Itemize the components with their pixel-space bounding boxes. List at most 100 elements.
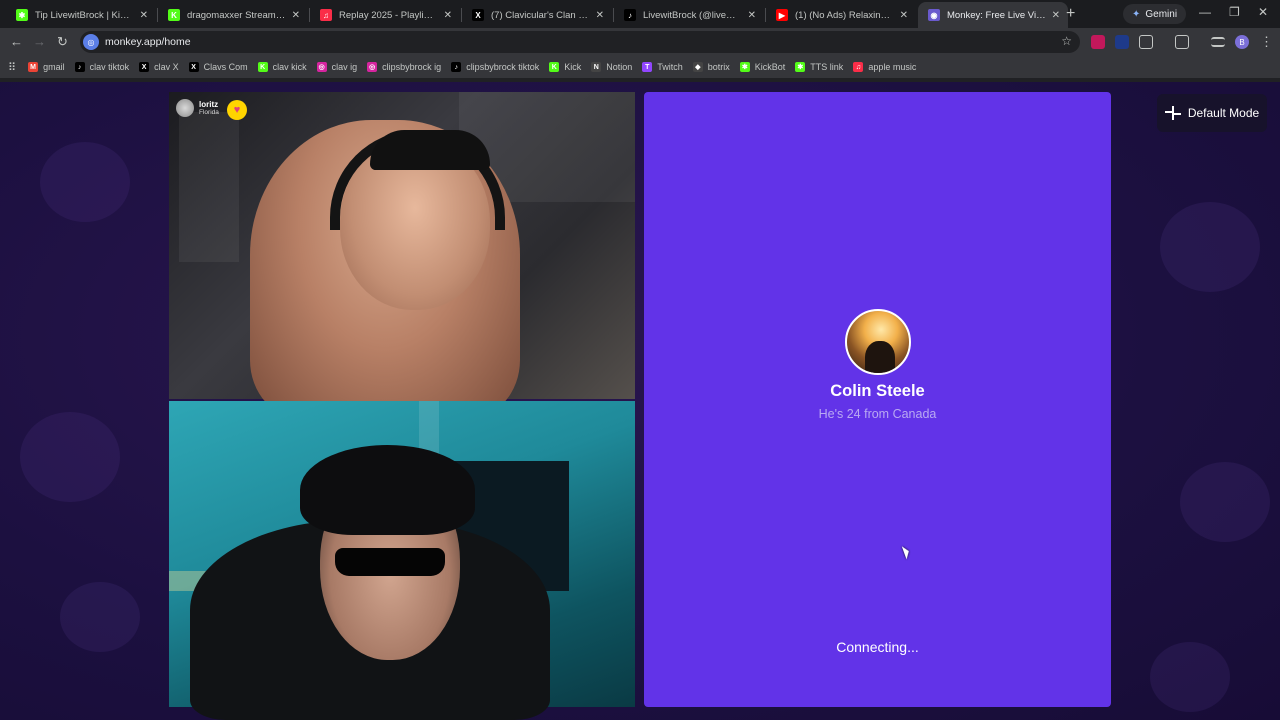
match-subtitle: He's 24 from Canada [818, 407, 937, 421]
tab[interactable]: ◉ Monkey: Free Live Video ✕ [918, 2, 1068, 28]
extension-icon[interactable] [1091, 35, 1105, 49]
bookmark-label: apple music [868, 62, 917, 72]
bookmark-favicon-icon: K [257, 62, 268, 72]
bookmark-favicon-icon: M [28, 62, 39, 72]
remote-user-location: Florida [199, 108, 219, 116]
bookmark-item[interactable]: Mgmail [28, 62, 65, 72]
site-info-icon[interactable]: ◎ [83, 34, 99, 50]
tab-separator [157, 8, 158, 22]
bookmark-item[interactable]: ✱ TTS link [795, 62, 843, 72]
tab[interactable]: ♪ LivewitBrock (@livewitbrock) ✕ [614, 2, 764, 28]
browser-chrome: ✱ Tip LivewitBrock | KickBot ✕ Kdragomaxxer… [0, 0, 1280, 82]
apps-grid-icon[interactable]: ⠿ [8, 61, 16, 74]
media-controls-icon[interactable] [1211, 37, 1225, 47]
bookmark-favicon-icon: T [642, 62, 653, 72]
bookmarks-bar: ⠿ Mgmail ♪ clav tiktok Xclav X X Clavs Com Kcl… [0, 56, 1280, 78]
tab-close-icon[interactable]: ✕ [140, 10, 148, 21]
bookmark-favicon-icon: X [139, 62, 150, 72]
hair [300, 445, 475, 535]
tab-strip: ✱ Tip LivewitBrock | KickBot ✕ Kdragomaxxer… [0, 0, 1280, 28]
bookmark-favicon-icon: ◆ [692, 62, 703, 72]
bookmark-item[interactable]: ♪ clav tiktok [74, 62, 130, 72]
default-mode-label: Default Mode [1187, 106, 1260, 120]
tab-close-icon[interactable]: ✕ [292, 10, 300, 21]
bookmark-item[interactable]: ◎ clav ig [316, 62, 357, 72]
remote-user-chip[interactable]: loritz Florida [176, 99, 219, 117]
bookmark-label: TTS link [810, 62, 844, 72]
tab-favicon-icon: ✱ [16, 9, 28, 21]
tab-close-icon[interactable]: ✕ [444, 10, 452, 21]
tab[interactable]: ▶ (1) (No Ads) Relaxing Mu ✕ [766, 2, 916, 28]
bookmark-label: Notion [606, 62, 633, 72]
bookmark-item[interactable]: ♪ clipsbybrock tiktok [451, 62, 539, 72]
bookmark-label: gmail [43, 62, 65, 72]
tab[interactable]: ♫ Replay 2025 - Playlist - Apple ✕ [310, 2, 460, 28]
bookmark-favicon-icon: ◎ [316, 62, 327, 72]
extensions-puzzle-icon[interactable] [1139, 35, 1153, 49]
tab[interactable]: X (7) Clavicular's Clan Commun ✕ [462, 2, 612, 28]
tab-favicon-icon: ♪ [624, 9, 636, 21]
tab-favicon-icon: K [168, 9, 180, 21]
tab-separator [309, 8, 310, 22]
tab-close-icon[interactable]: ✕ [596, 10, 604, 21]
tab-close-icon[interactable]: ✕ [748, 10, 756, 21]
default-mode-button[interactable]: Default Mode [1157, 94, 1267, 132]
bookmark-item[interactable]: T Twitch [642, 62, 683, 72]
bookmark-item[interactable]: ♫ apple music [853, 62, 916, 72]
address-bar[interactable]: ◎ monkey.app/home ☆ [80, 31, 1080, 53]
tab-favicon-icon: X [472, 9, 484, 21]
sunglasses [335, 548, 445, 576]
bookmark-favicon-icon: ♪ [74, 62, 85, 72]
close-window-icon[interactable]: ✕ [1258, 5, 1268, 19]
tab-favicon-icon: ▶ [776, 9, 788, 21]
tab-separator [765, 8, 766, 22]
bookmark-item[interactable]: ◆ botrix [692, 62, 730, 72]
tab[interactable]: ✱ Tip LivewitBrock | KickBot ✕ [6, 2, 156, 28]
tab-title: (7) Clavicular's Clan Commun [491, 9, 590, 21]
bookmark-favicon-icon: ✱ [739, 62, 750, 72]
cap [370, 130, 490, 170]
bookmark-item[interactable]: ✱ KickBot [739, 62, 786, 72]
tab-close-icon[interactable]: ✕ [1052, 10, 1060, 21]
collapse-icon [1164, 106, 1181, 120]
tab[interactable]: Kdragomaxxer Stream - Watch ✕ [158, 2, 308, 28]
bookmark-label: KickBot [754, 62, 786, 72]
bookmark-item[interactable]: N Notion [591, 62, 632, 72]
bookmark-label: Kick [564, 62, 582, 72]
bookmark-item[interactable]: X Clavs Com [188, 62, 248, 72]
match-name: Colin Steele [830, 382, 925, 400]
back-icon[interactable]: ← [10, 34, 23, 49]
bookmark-item[interactable]: Kclav kick [257, 62, 307, 72]
bookmark-label: clav tiktok [89, 62, 130, 72]
bookmark-favicon-icon: ◎ [367, 62, 378, 72]
bookmark-item[interactable]: ◎ clipsbybrock ig [367, 62, 441, 72]
toolbar: ← → ↻ ◎ monkey.app/home ☆ B ⋮ [0, 28, 1280, 56]
extension-icon[interactable] [1115, 35, 1129, 49]
tab-title: Monkey: Free Live Video [947, 9, 1046, 21]
restore-icon[interactable]: ❐ [1229, 5, 1240, 19]
bookmark-favicon-icon: ♪ [451, 62, 462, 72]
heart-icon[interactable]: ♥ [227, 100, 247, 120]
new-tab-button[interactable]: + [1066, 5, 1075, 23]
bookmark-label: Clavs Com [203, 62, 248, 72]
reload-icon[interactable]: ↻ [57, 34, 68, 50]
forward-icon[interactable]: → [33, 34, 46, 49]
connection-status: Connecting... [836, 639, 919, 655]
bookmark-item[interactable]: Xclav X [139, 62, 179, 72]
gemini-button[interactable]: ✦ Gemini [1123, 4, 1187, 24]
profile-avatar[interactable]: B [1235, 35, 1249, 49]
bookmark-star-icon[interactable]: ☆ [1061, 34, 1072, 48]
bookmark-label: clipsbybrock ig [382, 62, 442, 72]
bookmark-favicon-icon: K [549, 62, 560, 72]
bookmark-label: clipsbybrock tiktok [466, 62, 540, 72]
tab-search-icon[interactable] [1175, 35, 1189, 49]
tab-favicon-icon: ◉ [928, 9, 940, 21]
menu-kebab-icon[interactable]: ⋮ [1260, 34, 1273, 50]
tab-title: (1) (No Ads) Relaxing Mu [795, 9, 894, 21]
bookmark-label: Twitch [657, 62, 683, 72]
tab-close-icon[interactable]: ✕ [900, 10, 908, 21]
bookmark-item[interactable]: K Kick [549, 62, 581, 72]
minimize-icon[interactable]: — [1199, 5, 1211, 19]
bookmark-favicon-icon: ✱ [795, 62, 806, 72]
bookmark-label: clav X [154, 62, 179, 72]
